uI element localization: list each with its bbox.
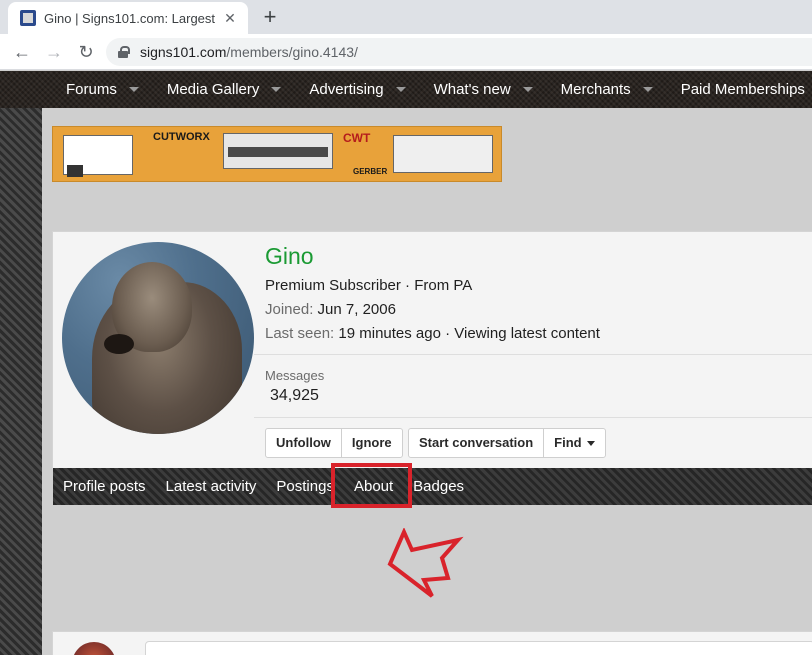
profile-post-input[interactable] bbox=[145, 641, 812, 655]
url-path: /members/gino.4143/ bbox=[226, 44, 358, 60]
url-host: signs101.com bbox=[140, 44, 227, 60]
reload-icon[interactable]: ↻ bbox=[74, 40, 98, 64]
nav-item-media-gallery[interactable]: Media Gallery bbox=[167, 81, 282, 98]
close-tab-icon[interactable]: ✕ bbox=[222, 10, 238, 26]
browser-tabstrip: Gino | Signs101.com: Largest For ✕ + bbox=[0, 0, 812, 34]
banner-ad[interactable]: CUTWORX CWT GERBER bbox=[52, 126, 502, 182]
nav-item-label: Forums bbox=[66, 81, 117, 98]
badge-image bbox=[67, 165, 83, 177]
tab-title: Gino | Signs101.com: Largest For bbox=[44, 10, 216, 26]
seal-mouth-image bbox=[104, 334, 134, 354]
arrow-annotation-icon bbox=[387, 528, 464, 598]
chevron-down-icon[interactable] bbox=[395, 87, 406, 92]
tab-profile-posts[interactable]: Profile posts bbox=[63, 478, 146, 495]
site-favicon-icon bbox=[20, 10, 36, 26]
banner-brand-text: CWT bbox=[343, 131, 371, 145]
joined-label: Joined: bbox=[265, 301, 314, 318]
profile-tabs: Profile posts Latest activity Postings A… bbox=[53, 468, 812, 505]
back-arrow-icon[interactable]: ← bbox=[10, 40, 34, 64]
start-conversation-button[interactable]: Start conversation bbox=[409, 429, 543, 457]
nav-item-whats-new[interactable]: What's new bbox=[434, 81, 533, 98]
nav-item-label: Paid Memberships bbox=[680, 81, 805, 98]
address-bar[interactable]: signs101.com/members/gino.4143/ bbox=[106, 38, 812, 66]
nav-item-forums[interactable]: Forums bbox=[66, 81, 139, 98]
profile-username[interactable]: Gino bbox=[265, 243, 314, 270]
unfollow-button[interactable]: Unfollow bbox=[266, 429, 341, 457]
last-seen-value: 19 minutes ago · Viewing latest content bbox=[338, 325, 600, 342]
chevron-down-icon[interactable] bbox=[271, 87, 282, 92]
profile-subtitle: Premium Subscriber · From PA bbox=[265, 277, 473, 294]
profile-last-seen: Last seen: 19 minutes ago · Viewing late… bbox=[265, 325, 600, 342]
new-tab-icon[interactable]: + bbox=[258, 6, 282, 30]
nav-item-label: Merchants bbox=[560, 81, 631, 98]
profile-joined: Joined: Jun 7, 2006 bbox=[265, 301, 396, 318]
browser-toolbar: ← → ↻ signs101.com/members/gino.4143/ bbox=[0, 34, 812, 70]
nav-item-label: What's new bbox=[433, 81, 511, 98]
joined-value: Jun 7, 2006 bbox=[317, 301, 396, 318]
last-seen-label: Last seen: bbox=[265, 325, 335, 342]
banner-brand-text: CUTWORX bbox=[153, 131, 210, 143]
nav-item-label: Advertising bbox=[309, 81, 384, 98]
tab-postings[interactable]: Postings bbox=[276, 478, 334, 495]
chevron-down-icon bbox=[586, 441, 595, 447]
chevron-down-icon[interactable] bbox=[128, 87, 139, 92]
find-button[interactable]: Find bbox=[543, 429, 604, 457]
banner-brand-text: GERBER bbox=[353, 167, 388, 176]
nav-item-merchants[interactable]: Merchants bbox=[561, 81, 653, 98]
tab-latest-activity[interactable]: Latest activity bbox=[166, 478, 257, 495]
chevron-down-icon[interactable] bbox=[642, 87, 653, 92]
nav-item-paid-memberships[interactable]: Paid Memberships bbox=[681, 81, 805, 98]
site-navigation: Forums Media Gallery Advertising What's … bbox=[0, 71, 812, 108]
find-label: Find bbox=[554, 435, 582, 450]
actions-button-group: Start conversation Find bbox=[408, 428, 606, 458]
forward-arrow-icon[interactable]: → bbox=[42, 40, 66, 64]
ignore-button[interactable]: Ignore bbox=[340, 429, 402, 457]
divider bbox=[254, 354, 812, 355]
messages-label: Messages bbox=[265, 368, 325, 383]
messages-value[interactable]: 34,925 bbox=[270, 387, 319, 405]
avatar[interactable] bbox=[62, 242, 254, 434]
chevron-down-icon[interactable] bbox=[522, 87, 533, 92]
browser-tab[interactable]: Gino | Signs101.com: Largest For ✕ bbox=[8, 2, 248, 34]
lock-icon[interactable] bbox=[118, 46, 130, 58]
divider bbox=[254, 417, 812, 418]
tab-badges[interactable]: Badges bbox=[413, 478, 464, 495]
follow-button-group: Unfollow Ignore bbox=[265, 428, 403, 458]
flatbed-image bbox=[393, 135, 493, 173]
carbon-fiber-sidebar bbox=[0, 108, 42, 655]
cutter-bed-image bbox=[228, 147, 328, 157]
nav-item-label: Media Gallery bbox=[166, 81, 260, 98]
nav-item-advertising[interactable]: Advertising bbox=[309, 81, 406, 98]
highlight-box-annotation bbox=[331, 463, 412, 508]
